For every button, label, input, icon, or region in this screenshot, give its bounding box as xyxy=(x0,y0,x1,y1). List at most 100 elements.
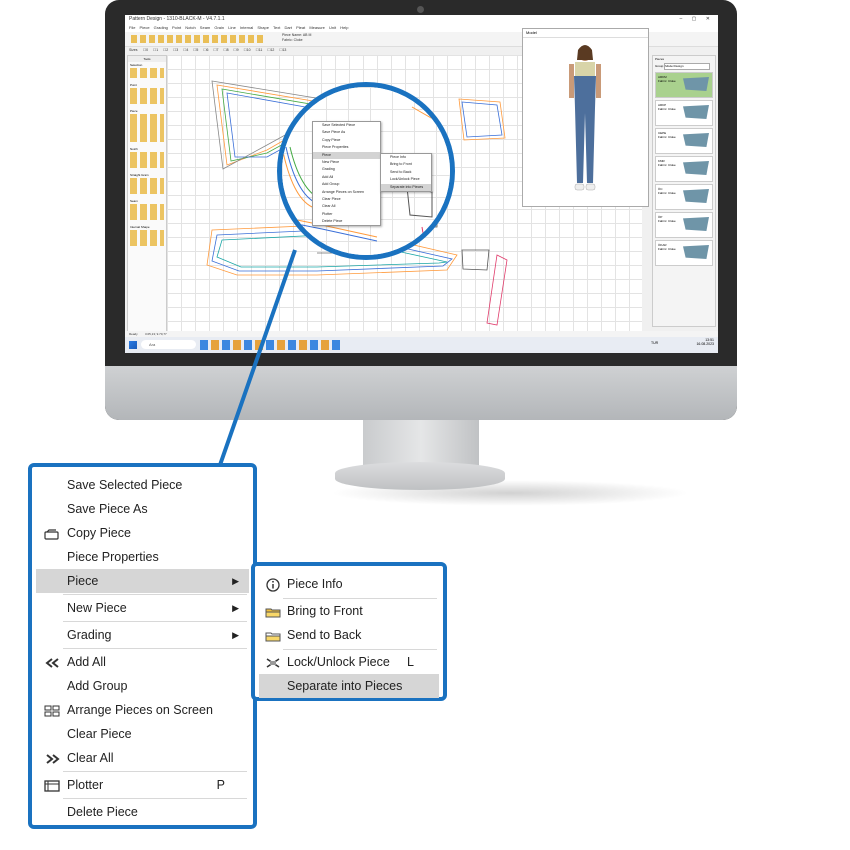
size-bar: Sizes ☐0 ☐1 ☐2 ☐3 ☐4 ☐5 ☐6 ☐7 ☐8 ☐9 ☐10 … xyxy=(125,46,525,54)
tool-section-label: Point xyxy=(130,83,137,87)
tools-panel: Tools Selection Point Piece Notch Straight G… xyxy=(127,55,167,337)
tool-section-label: Straight Grain xyxy=(130,173,149,177)
tool-section-point: Point xyxy=(128,82,166,108)
title-bar: Pattern Design - 1310-BLACK-M - V4.7.1.1… xyxy=(125,15,718,24)
group-label: Group xyxy=(655,64,664,68)
tool-icons[interactable] xyxy=(130,152,164,168)
mini-menu-item: Grading xyxy=(322,167,335,172)
group-select[interactable]: Model Design xyxy=(664,62,711,70)
mini-submenu-item: Lock/Unlock Piece xyxy=(390,177,420,182)
menu-separator xyxy=(63,648,247,649)
tool-section-notch: Notch xyxy=(128,146,166,172)
menu-item-label: Clear All xyxy=(67,751,114,765)
menu-item-save-piece-as[interactable]: Save Piece As xyxy=(36,497,249,521)
webcam xyxy=(417,6,424,13)
submenu-item-label: Bring to Front xyxy=(287,604,363,618)
piece-card[interactable]: ÖKAR Fabric: Cloke xyxy=(655,240,713,266)
tool-icons[interactable] xyxy=(130,178,164,194)
submenu-arrow-icon: ▶ xyxy=(232,630,239,640)
pieces-panel: Pieces Group Model Design ARKM Fabric: Cl… xyxy=(652,55,716,327)
magnified-context-menu: Save Selected Piece Save Piece As Copy Pie… xyxy=(312,121,381,227)
start-icon[interactable] xyxy=(129,341,137,349)
mini-menu-item: Save Selected Piece xyxy=(322,123,356,127)
menu-item-add-all[interactable]: Add All xyxy=(36,650,249,674)
window-controls[interactable]: – ▢ ✕ xyxy=(680,15,714,24)
submenu-item-label: Send to Back xyxy=(287,628,362,642)
submenu-item-separate-into-pieces[interactable]: Separate into Pieces xyxy=(259,674,439,698)
double-chevron-left-icon xyxy=(42,650,62,674)
menu-item-label: Plotter xyxy=(67,778,104,792)
piece-card[interactable]: CEPE Fabric: Cloke xyxy=(655,128,713,154)
piece-card[interactable]: ÖP Fabric: Cloke xyxy=(655,212,713,238)
submenu-item-label: Lock/Unlock Piece xyxy=(287,655,390,669)
piece-thumbnail xyxy=(683,217,709,231)
menu-item-grading[interactable]: Grading ▶ xyxy=(36,623,249,647)
mini-submenu-item: Separate into Pieces xyxy=(381,183,431,191)
submenu-item-send-to-back[interactable]: Send to Back xyxy=(259,623,439,647)
menu-item-clear-all[interactable]: Clear All xyxy=(36,746,249,770)
piece-card[interactable]: ARKM Fabric: Cloke xyxy=(655,72,713,98)
tool-icons[interactable] xyxy=(130,88,164,104)
piece-thumbnail xyxy=(683,189,709,203)
piece-name-label: Piece Name: AB M xyxy=(282,33,312,37)
mini-submenu-item: Bring to Front xyxy=(390,162,412,167)
tool-icons[interactable] xyxy=(130,204,164,220)
tool-icons[interactable] xyxy=(130,230,164,246)
piece-card-fabric: Fabric: Cloke xyxy=(658,79,676,83)
submenu-item-label: Piece Info xyxy=(287,577,343,591)
menu-item-label: Add All xyxy=(67,655,106,669)
model-figure xyxy=(569,45,601,191)
submenu-arrow-icon: ▶ xyxy=(232,576,239,586)
menu-item-clear-piece[interactable]: Clear Piece xyxy=(36,722,249,746)
monitor-stand-base xyxy=(335,462,505,490)
submenu-item-label: Separate into Pieces xyxy=(287,679,403,693)
menu-item-label: Copy Piece xyxy=(67,526,131,540)
mini-menu-item: Clear Piece xyxy=(322,196,341,201)
copy-icon xyxy=(42,521,62,545)
taskbar-apps[interactable] xyxy=(200,340,340,350)
tool-section-label: Piece xyxy=(130,109,138,113)
menu-item-delete-piece[interactable]: Delete Piece xyxy=(36,800,249,824)
menu-items[interactable]: File Piece Grading Point Notch Seam Grai… xyxy=(129,24,348,32)
tool-sections: Selection Point Piece Notch Straight Grain Se… xyxy=(128,62,166,250)
menu-separator xyxy=(63,771,247,772)
mini-submenu-item: Send to Back xyxy=(390,169,412,174)
piece-submenu: Piece Info Bring to Front Send to Back Lock… xyxy=(251,562,447,701)
fabric-label: Fabric: Cloke xyxy=(282,38,303,42)
size-checkboxes[interactable]: ☐0 ☐1 ☐2 ☐3 ☐4 ☐5 ☐6 ☐7 ☐8 ☐9 ☐10 ☐11 ☐1… xyxy=(143,46,286,54)
lock-icon xyxy=(263,650,283,674)
submenu-arrow-icon: ▶ xyxy=(232,603,239,613)
arrange-grid-icon xyxy=(42,698,62,722)
piece-card[interactable]: ÖC Fabric: Cloke xyxy=(655,184,713,210)
submenu-item-bring-to-front[interactable]: Bring to Front xyxy=(259,599,439,623)
context-menu: Save Selected Piece Save Piece As Copy Pie… xyxy=(28,463,257,829)
menu-item-label: Add Group xyxy=(67,679,128,693)
mini-menu-item: Clear All xyxy=(322,204,336,209)
menu-item-new-piece[interactable]: New Piece ▶ xyxy=(36,596,249,620)
menu-item-piece-properties[interactable]: Piece Properties xyxy=(36,545,249,569)
toolbar-icons[interactable] xyxy=(131,35,266,43)
piece-card[interactable]: ARKP Fabric: Cloke xyxy=(655,100,713,126)
menu-item-save-selected-piece[interactable]: Save Selected Piece xyxy=(36,473,249,497)
menu-item-piece[interactable]: Piece ▶ xyxy=(36,569,249,593)
menu-item-add-group[interactable]: Add Group xyxy=(36,674,249,698)
bring-to-front-icon xyxy=(263,599,283,623)
size-label: Sizes xyxy=(129,48,138,52)
menu-item-copy-piece[interactable]: Copy Piece xyxy=(36,521,249,545)
piece-card-fabric: Fabric: Cloke xyxy=(658,163,676,167)
mini-menu-item: Save Piece As xyxy=(322,130,346,135)
monitor-chin xyxy=(105,366,737,420)
menu-item-arrange-pieces-on-screen[interactable]: Arrange Pieces on Screen xyxy=(36,698,249,722)
tool-section-piece: Piece xyxy=(128,108,166,146)
tool-section-straight-grain: Straight Grain xyxy=(128,172,166,198)
mini-menu-item: Arrange Pieces on Screen xyxy=(322,189,364,194)
piece-card-list: ARKM Fabric: Cloke ARKP Fabric: Cloke CEPE Fa… xyxy=(653,72,715,266)
menu-item-plotter[interactable]: Plotter P xyxy=(36,773,249,797)
tool-icons[interactable] xyxy=(130,114,164,142)
shortcut-label: P xyxy=(216,778,225,792)
taskbar-search-input[interactable]: Ara xyxy=(141,340,196,349)
submenu-item-lock-unlock-piece[interactable]: Lock/Unlock Piece L xyxy=(259,650,439,674)
submenu-item-piece-info[interactable]: Piece Info xyxy=(259,572,439,596)
tool-icons[interactable] xyxy=(130,68,164,78)
piece-card[interactable]: KMR Fabric: Cloke xyxy=(655,156,713,182)
